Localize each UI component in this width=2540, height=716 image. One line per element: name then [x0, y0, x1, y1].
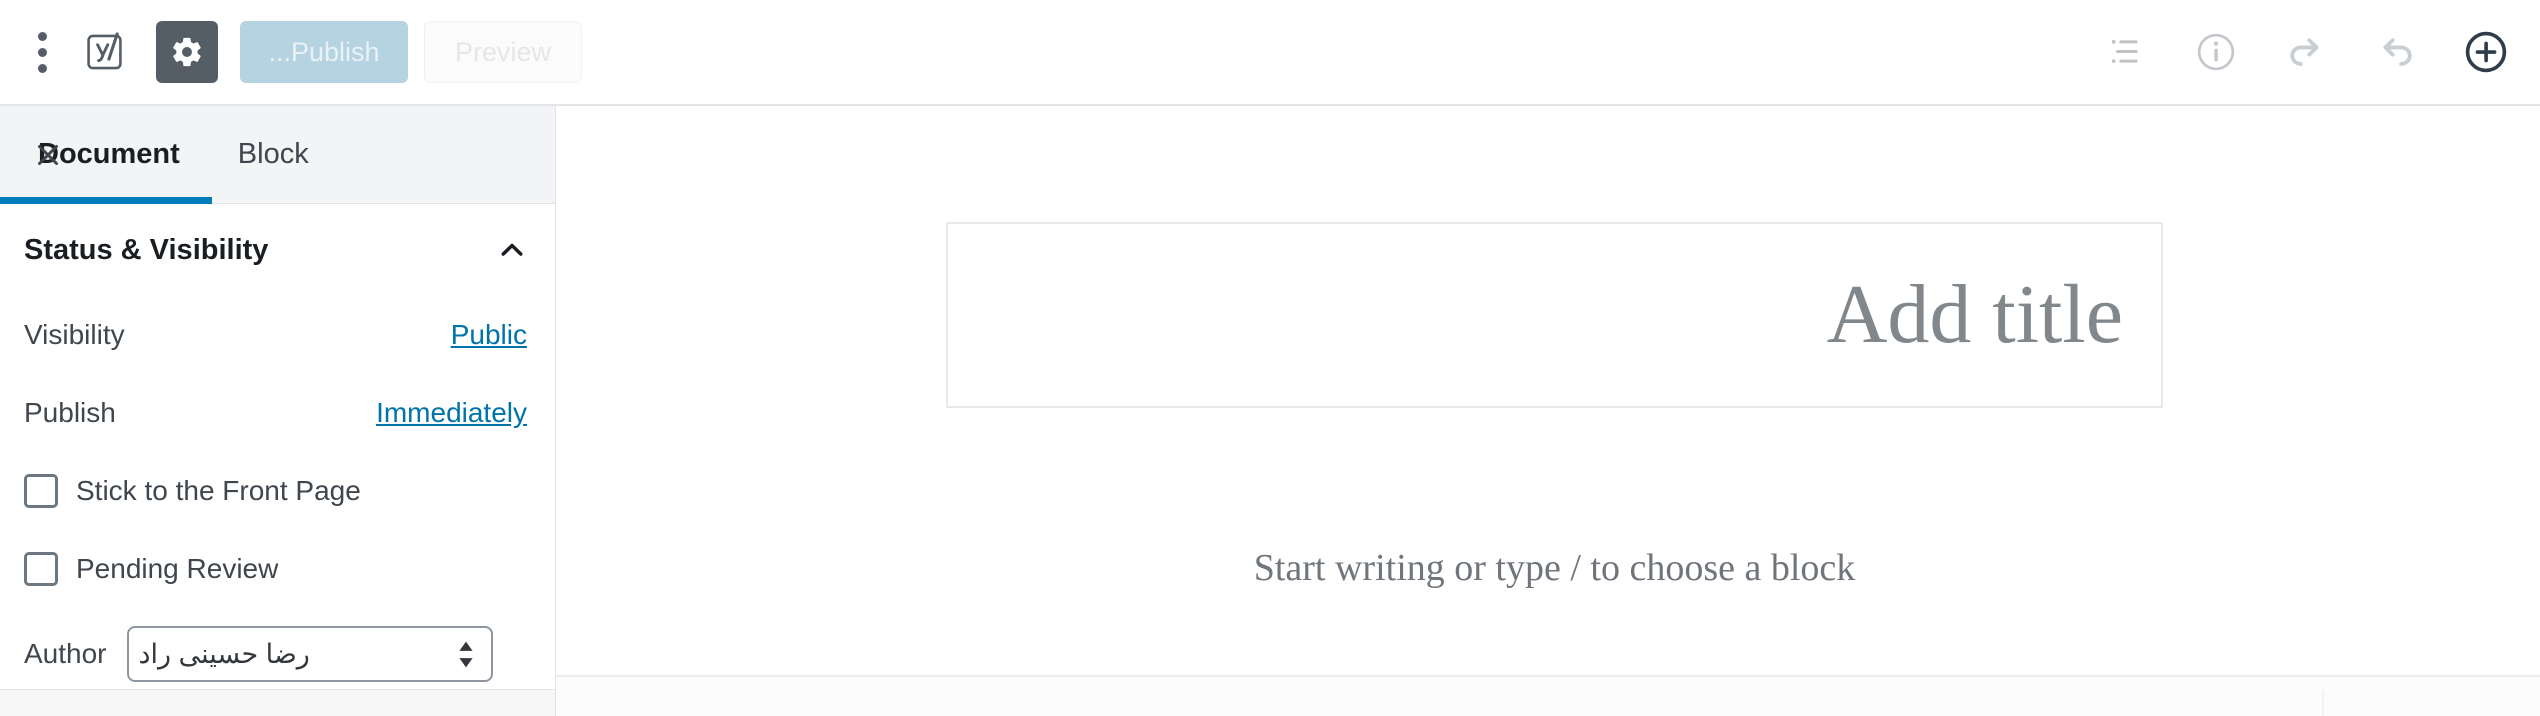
pending-review-row: Pending Review: [24, 530, 527, 608]
panel-title: Status & Visibility: [24, 233, 269, 266]
toolbar-right-group: [2098, 0, 2540, 104]
preview-button[interactable]: Preview: [424, 21, 582, 83]
more-vertical-icon: [37, 31, 47, 73]
visibility-label: Visibility: [24, 319, 125, 350]
status-visibility-panel-toggle[interactable]: Status & Visibility: [0, 204, 555, 296]
publish-date-value-link[interactable]: Immediately: [376, 397, 527, 429]
editor-toolbar: ...Publish Preview: [0, 0, 2540, 106]
settings-sidebar: Document Block Status & Visibility Visib: [0, 106, 556, 716]
post-title-field[interactable]: Add title: [946, 222, 2163, 408]
author-select-value: رضا حسینی راد: [138, 638, 310, 669]
list-view-icon: [2111, 39, 2138, 64]
author-select[interactable]: رضا حسینی راد: [126, 626, 493, 682]
wordpress-block-editor: ...Publish Preview Document Block Status…: [0, 0, 2540, 716]
undo-button[interactable]: [2368, 24, 2424, 80]
sidebar-footer: [0, 690, 555, 716]
sticky-post-checkbox[interactable]: [24, 474, 58, 508]
add-block-icon: [2465, 31, 2507, 73]
author-row: Author رضا حسینی راد: [24, 608, 527, 700]
status-visibility-panel-body: Visibility Public Publish Immediately St…: [0, 296, 555, 700]
gear-icon: [173, 37, 201, 67]
footer-separator: [2322, 690, 2324, 716]
author-label: Author: [24, 638, 107, 669]
publish-button[interactable]: ...Publish: [240, 21, 408, 83]
updown-arrows-icon: [457, 641, 475, 668]
add-block-button[interactable]: [2458, 24, 2514, 80]
editor-canvas: Add title Start writing or type / to cho…: [556, 106, 2540, 716]
redo-icon: [2290, 38, 2319, 66]
close-sidebar-button[interactable]: [16, 106, 80, 204]
chevron-up-icon: [497, 235, 527, 265]
document-info-button[interactable]: [2188, 24, 2244, 80]
settings-button[interactable]: [156, 21, 218, 83]
redo-button[interactable]: [2278, 24, 2334, 80]
tab-block[interactable]: Block: [212, 106, 335, 204]
undo-icon: [2383, 38, 2412, 66]
post-title-placeholder: Add title: [1826, 268, 2123, 361]
sidebar-tab-bar: Document Block: [0, 106, 555, 204]
toolbar-left-group: ...Publish Preview: [0, 0, 582, 104]
editor-footer-bar: [556, 677, 2540, 716]
pending-review-checkbox[interactable]: [24, 552, 58, 586]
close-icon: [38, 145, 58, 165]
default-block-appender-label: Start writing or type / to choose a bloc…: [1253, 547, 1856, 589]
visibility-row: Visibility Public: [24, 296, 527, 374]
yoast-seo-button[interactable]: [78, 14, 136, 90]
list-view-button[interactable]: [2098, 24, 2154, 80]
tab-block-label: Block: [237, 138, 309, 170]
pending-review-label[interactable]: Pending Review: [76, 553, 278, 585]
sticky-post-row: Stick to the Front Page: [24, 452, 527, 530]
yoast-seo-logo-icon: [87, 32, 122, 70]
visibility-value-link[interactable]: Public: [451, 319, 527, 351]
info-icon: [2197, 33, 2235, 71]
publish-date-row: Publish Immediately: [24, 374, 527, 452]
publish-date-label: Publish: [24, 397, 116, 428]
default-block-appender[interactable]: Start writing or type / to choose a bloc…: [946, 546, 2163, 590]
sticky-post-label[interactable]: Stick to the Front Page: [76, 475, 361, 507]
more-options-button[interactable]: [14, 14, 70, 90]
